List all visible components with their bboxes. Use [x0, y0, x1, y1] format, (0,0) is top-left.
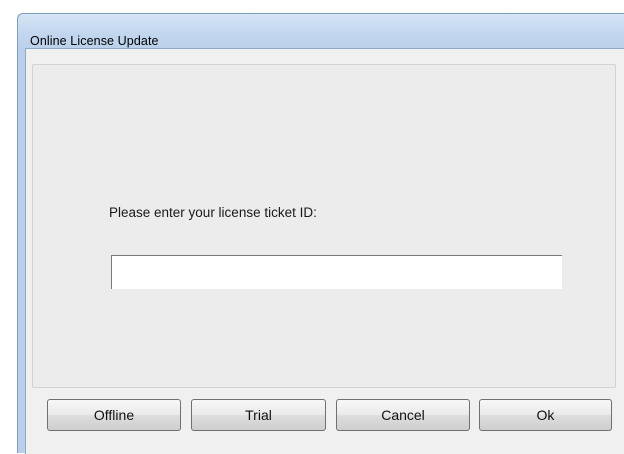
license-dialog-window: Online License Update Please enter your …	[17, 13, 624, 454]
ok-button[interactable]: Ok	[479, 399, 612, 431]
window-title: Online License Update	[30, 34, 159, 48]
trial-button[interactable]: Trial	[191, 399, 326, 431]
dialog-client-area: Please enter your license ticket ID: Off…	[25, 48, 624, 454]
offline-button[interactable]: Offline	[47, 399, 181, 431]
cancel-button[interactable]: Cancel	[336, 399, 470, 431]
ticket-id-prompt: Please enter your license ticket ID:	[109, 205, 317, 220]
license-input-panel: Please enter your license ticket ID:	[32, 64, 616, 388]
ticket-id-input[interactable]	[111, 255, 562, 289]
